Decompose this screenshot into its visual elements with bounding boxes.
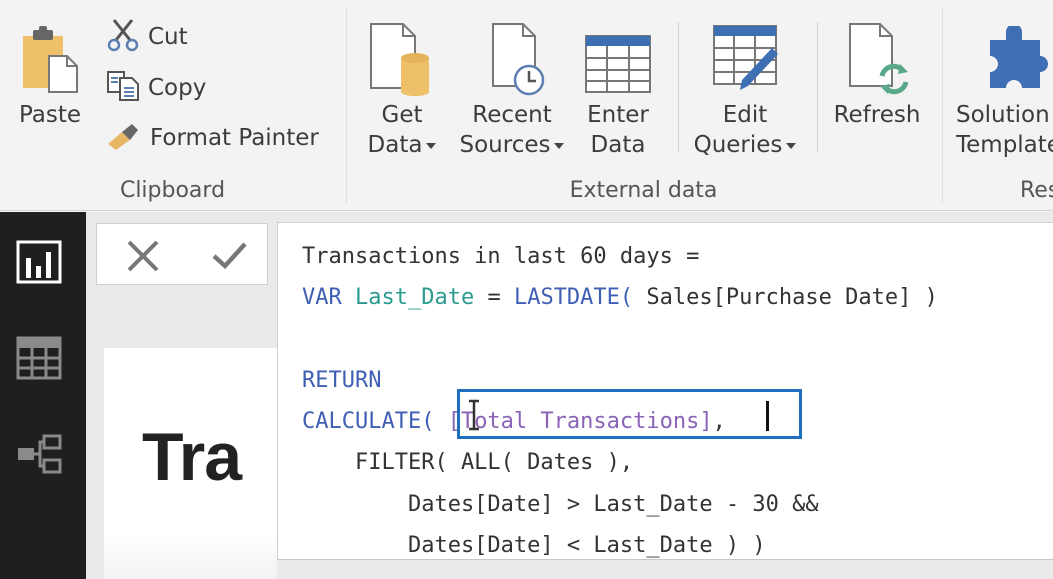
- get-data-label-2: Data: [367, 132, 423, 158]
- code-token-plain: =: [474, 285, 514, 311]
- get-data-icon: [359, 14, 445, 96]
- ribbon-separator: [817, 22, 818, 152]
- dropdown-caret-icon: [554, 142, 565, 149]
- copy-icon: [106, 70, 140, 106]
- get-data-button[interactable]: Get Data: [359, 14, 445, 160]
- code-token-plain: Dates[Date] < Last_Date ) ): [302, 533, 766, 559]
- code-line: FILTER( ALL( Dates ),: [302, 442, 938, 483]
- code-line: VAR Last_Date = LASTDATE( Sales[Purchase…: [302, 277, 938, 318]
- code-token-plain: Transactions in last 60 days =: [302, 244, 700, 269]
- enter-data-label-1: Enter: [587, 102, 649, 128]
- code-token-plain: FILTER( ALL( Dates ),: [302, 450, 634, 476]
- relationships-icon: [18, 434, 62, 474]
- nav-report-view[interactable]: [16, 240, 62, 286]
- copy-button[interactable]: Copy: [106, 70, 206, 106]
- code-token-var: Last_Date: [354, 285, 475, 311]
- resources-group: Solution Template Res: [944, 0, 1053, 211]
- ribbon: Paste Cut Copy Format Painter Clipboard …: [0, 0, 1053, 211]
- paste-label: Paste: [18, 102, 82, 128]
- code-token-kw: RETURN: [302, 367, 382, 393]
- code-token-plain: Dates[Date] > Last_Date - 30 &&: [302, 491, 819, 517]
- commit-formula-button[interactable]: [209, 236, 249, 276]
- enter-data-label-2: Data: [590, 132, 646, 158]
- ribbon-separator: [942, 8, 943, 203]
- cut-button[interactable]: Cut: [106, 18, 188, 56]
- code-line: Transactions in last 60 days =: [302, 236, 938, 277]
- clipboard-group: Paste Cut Copy Format Painter Clipboard: [0, 0, 345, 211]
- solution-templates-label-2: Template: [956, 132, 1053, 158]
- view-switcher-nav: [0, 212, 86, 579]
- code-line: CALCULATE( [Total Transactions],: [302, 401, 938, 442]
- checkmark-icon: [212, 242, 247, 270]
- external-data-group-label: External data: [569, 178, 718, 203]
- cut-label: Cut: [148, 24, 188, 50]
- code-line: Dates[Date] > Last_Date - 30 &&: [302, 484, 938, 525]
- code-token-plain: ,: [712, 409, 726, 435]
- clipboard-group-label: Clipboard: [119, 178, 226, 203]
- scissors-icon: [106, 18, 140, 56]
- code-token-kw: LASTDATE(: [513, 285, 634, 311]
- recent-sources-label-1: Recent: [472, 102, 552, 128]
- edit-queries-icon: [687, 14, 803, 96]
- dropdown-caret-icon: [786, 142, 797, 149]
- get-data-label-1: Get: [381, 102, 423, 128]
- refresh-icon: [825, 14, 929, 96]
- nav-data-view[interactable]: [16, 334, 62, 380]
- paintbrush-icon: [106, 120, 142, 156]
- code-token-plain: Sales[Purchase Date] ): [633, 285, 938, 311]
- format-painter-button[interactable]: Format Painter: [106, 120, 319, 156]
- refresh-label: Refresh: [833, 102, 921, 128]
- recent-sources-label-2: Sources: [459, 132, 551, 158]
- paste-button[interactable]: Paste: [14, 14, 86, 130]
- solution-templates-label-1: Solution: [956, 102, 1050, 128]
- puzzle-piece-icon: [956, 14, 1053, 96]
- dax-formula-editor[interactable]: Transactions in last 60 days = VAR Last_D…: [277, 222, 1053, 560]
- edit-queries-label-2: Queries: [693, 132, 783, 158]
- refresh-button[interactable]: Refresh: [825, 14, 929, 130]
- editor-bottom-edge: [277, 560, 1053, 579]
- close-icon: [127, 240, 159, 272]
- ribbon-separator: [678, 22, 679, 152]
- code-token-kw: CALCULATE(: [302, 409, 435, 435]
- external-data-group: Get Data Recent Sources Enter Data Edit …: [347, 0, 940, 211]
- code-line: RETURN: [302, 360, 938, 401]
- solution-templates-button[interactable]: Solution Template: [956, 14, 1053, 160]
- recent-sources-icon: [455, 14, 569, 96]
- resources-group-label: Res: [1020, 178, 1053, 203]
- ibeam-cursor-icon: [469, 399, 479, 431]
- table-grid-icon: [16, 336, 62, 380]
- edit-queries-button[interactable]: Edit Queries: [687, 14, 803, 160]
- dropdown-caret-icon: [426, 142, 437, 149]
- format-painter-label: Format Painter: [150, 125, 319, 151]
- recent-sources-button[interactable]: Recent Sources: [455, 14, 569, 160]
- paste-icon: [14, 14, 86, 96]
- bar-chart-icon: [16, 240, 62, 284]
- formula-bar-controls: [96, 223, 268, 285]
- nav-relationships-view[interactable]: [16, 432, 62, 478]
- copy-label: Copy: [148, 75, 207, 101]
- report-page[interactable]: Tra: [104, 348, 304, 579]
- report-card-title: Tra: [142, 419, 242, 495]
- cancel-formula-button[interactable]: [123, 236, 163, 276]
- enter-data-button[interactable]: Enter Data: [579, 14, 657, 160]
- edit-queries-label-1: Edit: [722, 102, 768, 128]
- formula-code: Transactions in last 60 days = VAR Last_D…: [302, 236, 938, 566]
- code-token-kw: VAR: [302, 285, 355, 311]
- text-cursor: [766, 401, 769, 431]
- enter-data-table-icon: [579, 14, 657, 96]
